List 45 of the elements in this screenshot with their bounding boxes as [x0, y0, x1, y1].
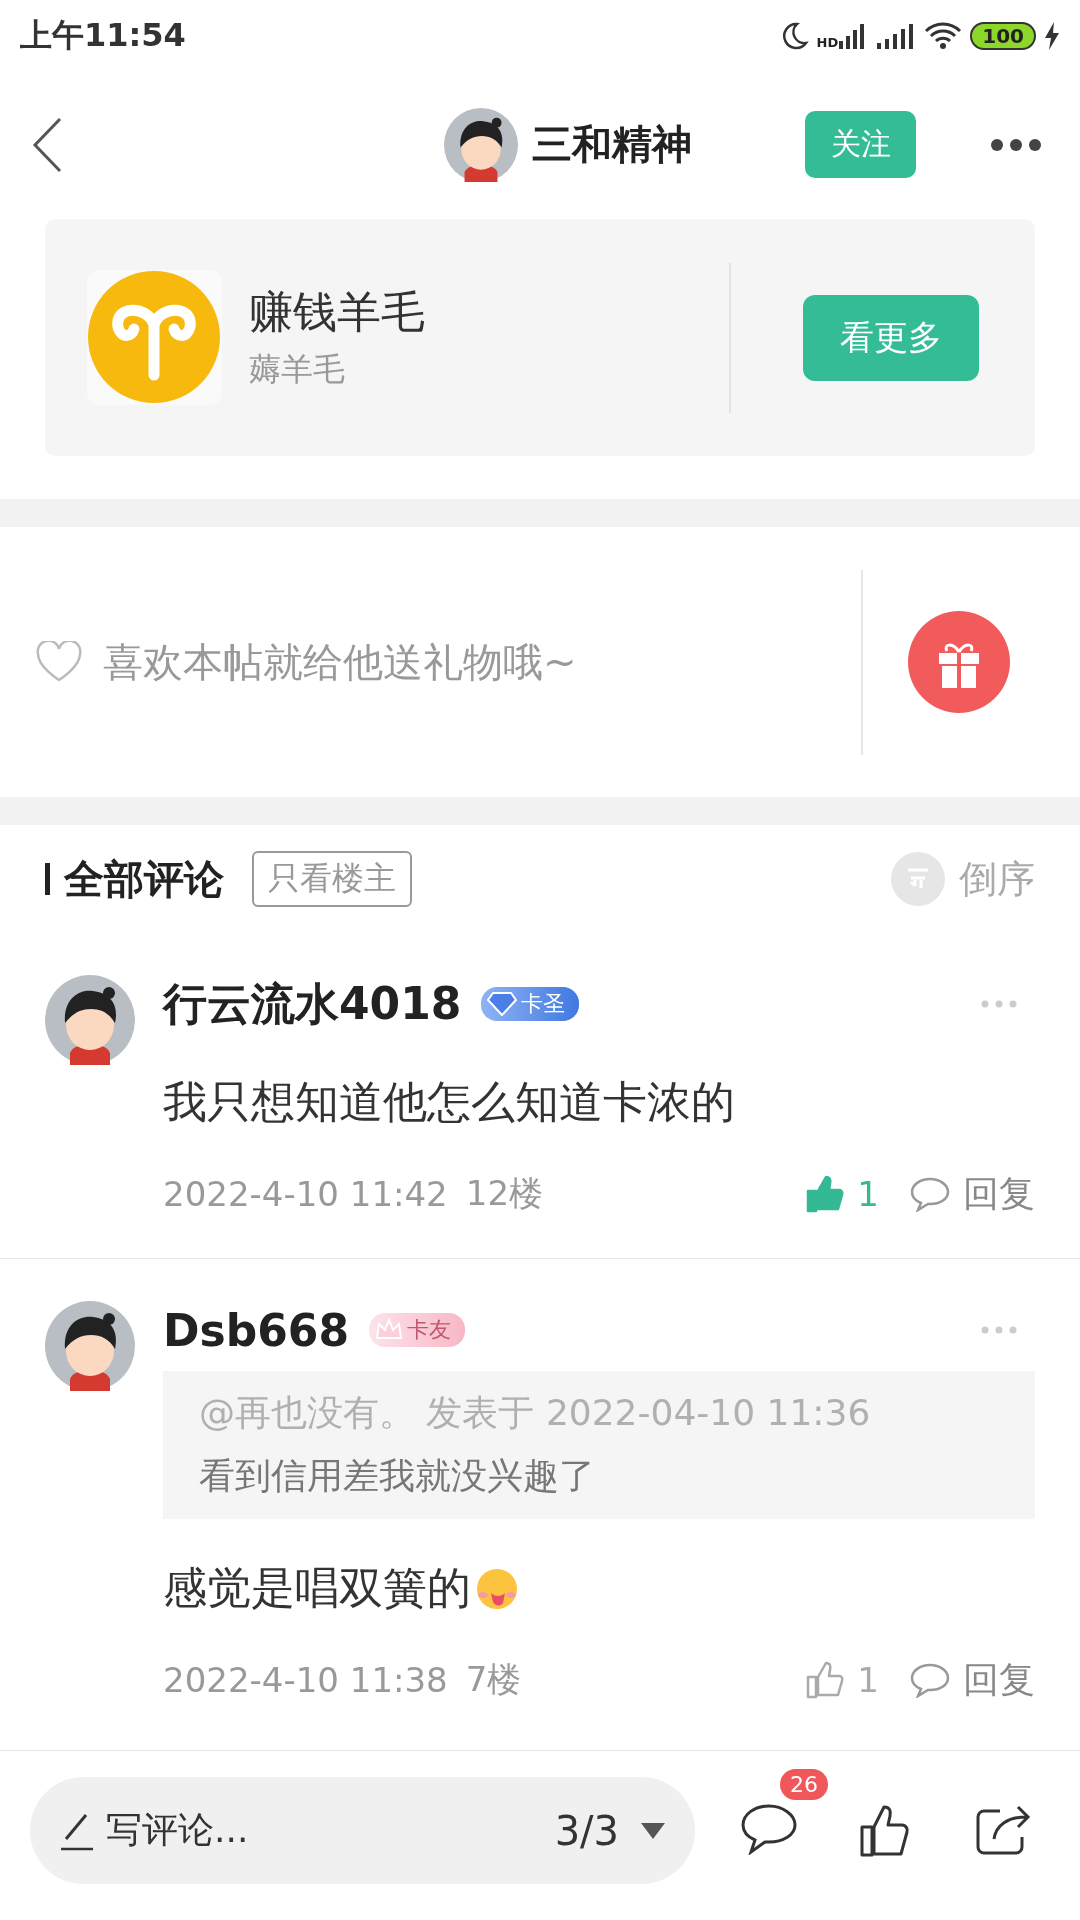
- gift-prompt: 喜欢本帖就给他送礼物哦~: [103, 637, 577, 687]
- floor-number: 7楼: [465, 1658, 522, 1701]
- page-indicator: 3/3: [554, 1807, 619, 1854]
- caret-icon[interactable]: [641, 1822, 665, 1839]
- ram-logo-icon: [87, 270, 222, 405]
- status-time: 上午11:54: [20, 15, 186, 56]
- quote-text: 看到信用差我就没兴趣了: [199, 1454, 596, 1498]
- floor-number: 12楼: [465, 1172, 543, 1215]
- back-icon[interactable]: [32, 116, 62, 173]
- quote-header: @再也没有。 发表于 2022-04-10 11:36: [199, 1391, 872, 1435]
- author-name: 三和精神: [532, 120, 692, 169]
- comment-input[interactable]: 写评论... 3/3: [30, 1777, 695, 1884]
- comment-text: 我只想知道他怎么知道卡浓的: [163, 1075, 735, 1129]
- comment-time: 2022-4-10 11:38: [163, 1660, 448, 1700]
- reply-link[interactable]: 回复: [963, 1169, 1035, 1219]
- username[interactable]: Dsb668: [163, 1304, 350, 1356]
- group-subtitle: 薅羊毛: [249, 349, 346, 390]
- author-only-tab[interactable]: 只看楼主: [252, 851, 412, 907]
- network-label: HD: [816, 35, 839, 50]
- thumbs-up-icon[interactable]: [805, 1660, 846, 1700]
- sort-label[interactable]: 倒序: [959, 853, 1035, 905]
- section-title: 全部评论: [64, 854, 224, 904]
- like-count: 1: [857, 1660, 879, 1700]
- level-badge: 卡友: [369, 1313, 466, 1347]
- gift-icon[interactable]: [908, 611, 1010, 713]
- like-count: 1: [857, 1174, 879, 1214]
- group-title: 赚钱羊毛: [249, 285, 425, 339]
- battery-icon: 100: [970, 22, 1036, 50]
- emoji-icon: [475, 1566, 519, 1611]
- reply-link[interactable]: 回复: [963, 1655, 1035, 1705]
- avatar-icon[interactable]: [45, 975, 135, 1065]
- comment-time: 2022-4-10 11:42: [163, 1174, 448, 1214]
- username[interactable]: 行云流水4018: [163, 974, 462, 1034]
- avatar-icon[interactable]: [444, 107, 518, 182]
- wifi-icon: [924, 21, 963, 51]
- thumbs-up-icon[interactable]: [805, 1174, 846, 1214]
- charging-icon: [1044, 22, 1060, 50]
- follow-button[interactable]: 关注: [805, 111, 916, 178]
- comment-text: 感觉是唱双簧的: [163, 1561, 471, 1615]
- comment-icon[interactable]: [740, 1802, 798, 1855]
- comment-count-badge: 26: [780, 1768, 828, 1800]
- level-badge: 卡圣: [481, 987, 580, 1021]
- avatar-icon[interactable]: [45, 1301, 135, 1391]
- more-icon[interactable]: [990, 137, 1042, 152]
- see-more-button[interactable]: 看更多: [803, 294, 979, 381]
